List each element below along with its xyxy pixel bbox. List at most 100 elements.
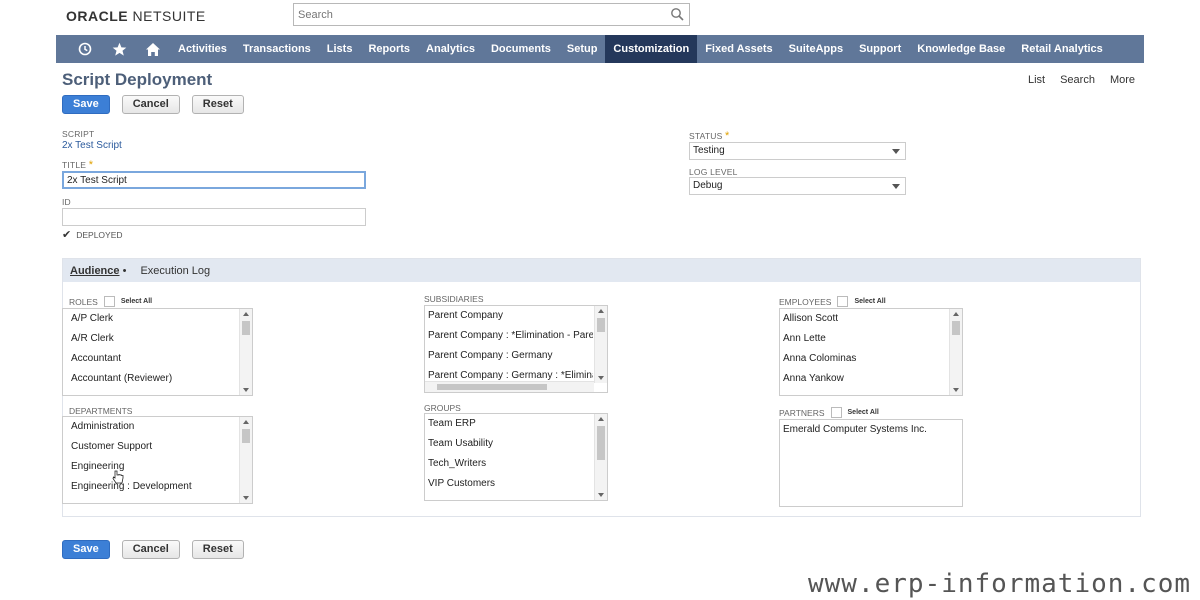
- bottom-button-row: Save Cancel Reset: [62, 540, 244, 559]
- tab-execution-log[interactable]: Execution Log: [140, 265, 210, 277]
- title-input[interactable]: [62, 171, 366, 189]
- logo-oracle: ORACLE: [66, 8, 129, 24]
- list-item[interactable]: Accountant (Reviewer): [63, 369, 238, 389]
- employees-select-all-checkbox[interactable]: [837, 296, 849, 307]
- recent-icon: [78, 42, 92, 56]
- nav-lists[interactable]: Lists: [319, 35, 361, 63]
- employees-label: EMPLOYEES: [779, 296, 832, 307]
- dropdown-arrow-icon: [892, 184, 900, 189]
- status-label-text: STATUS: [689, 131, 723, 141]
- reset-button[interactable]: Reset: [191, 95, 244, 114]
- list-item[interactable]: Engineering : Development: [63, 477, 238, 497]
- deployed-checkbox[interactable]: ✔: [62, 228, 71, 241]
- roles-select-all-checkbox[interactable]: [103, 296, 115, 307]
- employees-listbox[interactable]: Allison Scott Ann Lette Anna Colominas A…: [779, 308, 963, 396]
- scroll-up-icon: [243, 420, 249, 424]
- vertical-scrollbar[interactable]: [239, 309, 252, 395]
- partners-select-all-checkbox[interactable]: [830, 407, 842, 418]
- horizontal-scrollbar[interactable]: [425, 381, 594, 392]
- list-item[interactable]: Parent Company : *Elimination - Paren: [425, 326, 593, 346]
- nav-support[interactable]: Support: [851, 35, 909, 63]
- log-level-select[interactable]: Debug: [689, 177, 906, 195]
- reset-button[interactable]: Reset: [191, 540, 244, 559]
- nav-fixed-assets[interactable]: Fixed Assets: [697, 35, 780, 63]
- partners-listbox[interactable]: Emerald Computer Systems Inc.: [779, 419, 963, 507]
- list-item[interactable]: Anna Colominas: [780, 349, 948, 369]
- tab-audience[interactable]: Audience •: [70, 265, 126, 277]
- scroll-thumb[interactable]: [437, 384, 547, 390]
- recent-records-button[interactable]: [68, 35, 102, 63]
- shortcuts-button[interactable]: [102, 35, 136, 63]
- list-item[interactable]: VIP Customers: [425, 474, 593, 494]
- more-link[interactable]: More: [1110, 74, 1135, 86]
- list-item[interactable]: Anna Yankow: [780, 369, 948, 389]
- page-links: List Search More: [1028, 74, 1135, 86]
- nav-documents[interactable]: Documents: [483, 35, 559, 63]
- deployed-checkbox-row: ✔ DEPLOYED: [62, 228, 123, 241]
- status-select[interactable]: Testing: [689, 142, 906, 160]
- nav-retail-analytics[interactable]: Retail Analytics: [1013, 35, 1111, 63]
- list-item[interactable]: Team ERP: [425, 414, 593, 434]
- main-nav: Activities Transactions Lists Reports An…: [56, 35, 1144, 63]
- list-item[interactable]: A/R Clerk: [63, 329, 238, 349]
- roles-listbox[interactable]: A/P Clerk A/R Clerk Accountant Accountan…: [62, 308, 253, 396]
- scroll-thumb[interactable]: [242, 321, 250, 335]
- nav-customization[interactable]: Customization: [605, 35, 698, 63]
- global-search[interactable]: [293, 3, 690, 26]
- id-input[interactable]: [62, 208, 366, 226]
- list-item[interactable]: Allison Scott: [780, 309, 948, 329]
- save-button[interactable]: Save: [62, 540, 110, 559]
- groups-listbox[interactable]: Team ERP Team Usability Tech_Writers VIP…: [424, 413, 608, 501]
- nav-reports[interactable]: Reports: [360, 35, 418, 63]
- vertical-scrollbar[interactable]: [594, 306, 607, 383]
- list-item[interactable]: A/P Clerk: [63, 309, 238, 329]
- top-bar: ORACLE NETSUITE: [0, 0, 1200, 34]
- save-button[interactable]: Save: [62, 95, 110, 114]
- vertical-scrollbar[interactable]: [949, 309, 962, 395]
- vertical-scrollbar[interactable]: [594, 414, 607, 500]
- list-item[interactable]: Accountant: [63, 349, 238, 369]
- home-icon: [146, 42, 160, 56]
- scroll-down-icon: [598, 376, 604, 380]
- star-icon: [112, 42, 126, 56]
- list-item[interactable]: Parent Company: [425, 306, 593, 326]
- cancel-button[interactable]: Cancel: [121, 95, 180, 114]
- list-item[interactable]: Engineering: [63, 457, 238, 477]
- title-label-text: TITLE: [62, 160, 87, 170]
- cancel-button[interactable]: Cancel: [121, 540, 180, 559]
- scroll-up-icon: [243, 312, 249, 316]
- list-item[interactable]: Tech_Writers: [425, 454, 593, 474]
- list-item[interactable]: Emerald Computer Systems Inc.: [780, 420, 962, 440]
- departments-listbox[interactable]: Administration Customer Support Engineer…: [62, 416, 253, 504]
- list-item[interactable]: Administration: [63, 417, 238, 437]
- subsidiaries-listbox[interactable]: Parent Company Parent Company : *Elimina…: [424, 305, 608, 393]
- scroll-thumb[interactable]: [952, 321, 960, 335]
- home-button[interactable]: [136, 35, 170, 63]
- search-input[interactable]: [294, 4, 654, 25]
- employees-label-row: EMPLOYEES Select All: [779, 296, 886, 307]
- required-star: *: [88, 159, 94, 171]
- scroll-thumb[interactable]: [597, 426, 605, 460]
- script-link[interactable]: 2x Test Script: [62, 140, 122, 151]
- scroll-thumb[interactable]: [597, 318, 605, 332]
- netsuite-logo[interactable]: ORACLE NETSUITE: [66, 8, 206, 24]
- logo-netsuite: NETSUITE: [132, 8, 206, 24]
- list-item[interactable]: Customer Support: [63, 437, 238, 457]
- nav-suiteapps[interactable]: SuiteApps: [781, 35, 851, 63]
- scroll-thumb[interactable]: [242, 429, 250, 443]
- status-label: STATUS *: [689, 130, 730, 142]
- list-item[interactable]: Team Usability: [425, 434, 593, 454]
- list-link[interactable]: List: [1028, 74, 1045, 86]
- nav-activities[interactable]: Activities: [170, 35, 235, 63]
- vertical-scrollbar[interactable]: [239, 417, 252, 503]
- list-item[interactable]: Parent Company : Germany: [425, 346, 593, 366]
- scroll-down-icon: [243, 496, 249, 500]
- nav-analytics[interactable]: Analytics: [418, 35, 483, 63]
- nav-knowledge-base[interactable]: Knowledge Base: [909, 35, 1013, 63]
- search-icon[interactable]: [670, 7, 684, 21]
- groups-label: GROUPS: [424, 403, 461, 413]
- list-item[interactable]: Ann Lette: [780, 329, 948, 349]
- search-link[interactable]: Search: [1060, 74, 1095, 86]
- nav-setup[interactable]: Setup: [559, 35, 606, 63]
- nav-transactions[interactable]: Transactions: [235, 35, 319, 63]
